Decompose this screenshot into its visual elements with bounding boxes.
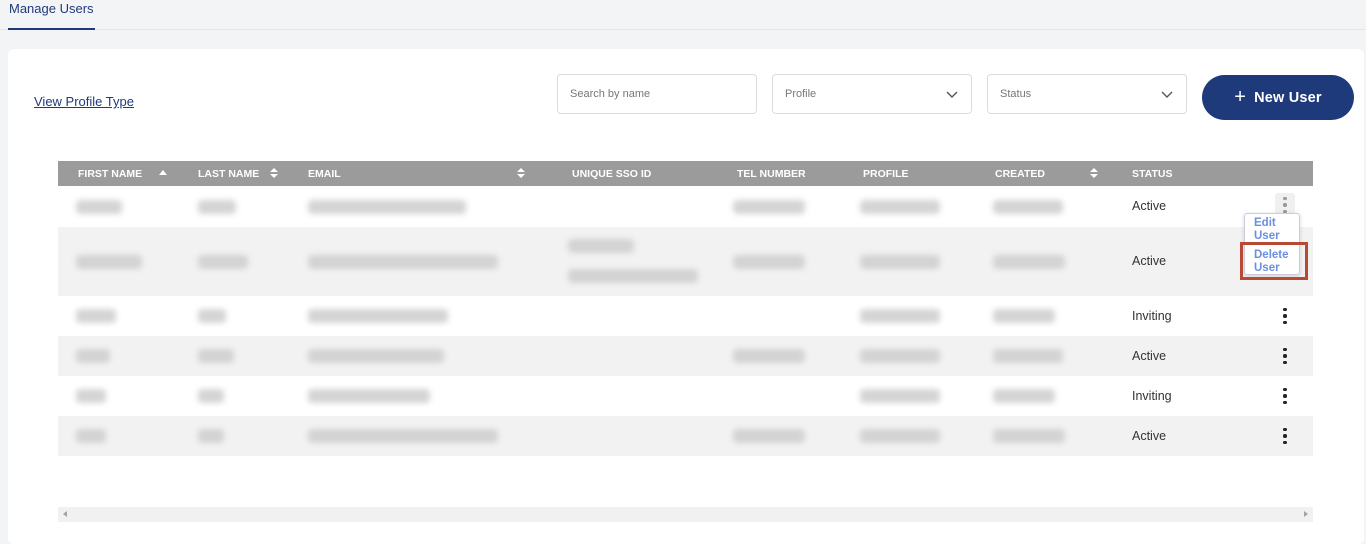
column-header-status: STATUS	[1132, 168, 1173, 180]
redacted-first-name	[76, 200, 122, 214]
redacted-email	[308, 349, 444, 363]
scroll-left-icon[interactable]	[63, 511, 67, 517]
sort-icon[interactable]	[516, 167, 526, 179]
row-actions-menu: Edit User Delete User	[1244, 213, 1300, 275]
redacted-first-name	[76, 309, 116, 323]
redacted-profile	[860, 309, 940, 323]
users-table: FIRST NAME LAST NAME EMAIL UNIQUE SSO ID…	[58, 161, 1313, 456]
column-header-unique-sso-id: UNIQUE SSO ID	[572, 168, 652, 180]
redacted-email	[308, 429, 498, 443]
redacted-last-name	[198, 309, 226, 323]
status-select[interactable]: Status	[987, 74, 1187, 114]
redacted-last-name	[198, 349, 234, 363]
redacted-first-name	[76, 255, 142, 269]
plus-icon: +	[1234, 85, 1247, 108]
redacted-first-name	[76, 349, 110, 363]
status-badge: Inviting	[1132, 389, 1172, 403]
sort-icon[interactable]	[269, 167, 279, 179]
redacted-profile	[860, 429, 940, 443]
status-badge: Active	[1132, 429, 1167, 443]
table-row: Inviting	[58, 296, 1313, 336]
redacted-tel-number	[733, 255, 805, 269]
status-select-label: Status	[1000, 88, 1032, 100]
table-row: Active	[58, 227, 1313, 296]
sort-icon[interactable]	[1089, 167, 1099, 179]
redacted-tel-number	[733, 200, 805, 214]
column-header-last-name[interactable]: LAST NAME	[198, 168, 259, 180]
redacted-created	[993, 389, 1055, 403]
status-badge: Active	[1132, 199, 1167, 213]
table-row: Active	[58, 336, 1313, 376]
column-header-tel-number: TEL NUMBER	[737, 168, 806, 180]
delete-user-menu-item[interactable]: Delete User	[1254, 249, 1298, 275]
table-row: Active	[58, 416, 1313, 456]
status-badge: Active	[1132, 349, 1167, 363]
redacted-profile	[860, 389, 940, 403]
sort-ascending-icon[interactable]	[158, 167, 168, 179]
column-header-profile: PROFILE	[863, 168, 909, 180]
redacted-first-name	[76, 429, 106, 443]
edit-user-line1: Edit	[1254, 217, 1276, 229]
profile-select[interactable]: Profile	[772, 74, 972, 114]
redacted-last-name	[198, 389, 224, 403]
redacted-profile	[860, 255, 940, 269]
redacted-email	[308, 309, 448, 323]
redacted-last-name	[198, 255, 248, 269]
redacted-created	[993, 429, 1065, 443]
redacted-profile	[860, 349, 940, 363]
column-header-first-name[interactable]: FIRST NAME	[78, 168, 142, 180]
new-user-button[interactable]: + New User	[1202, 75, 1354, 120]
redacted-email	[308, 200, 466, 214]
column-header-email[interactable]: EMAIL	[308, 168, 341, 180]
horizontal-scrollbar[interactable]	[58, 507, 1313, 522]
redacted-created	[993, 200, 1063, 214]
delete-user-line1: Delete	[1254, 249, 1289, 261]
redacted-created	[993, 349, 1063, 363]
redacted-profile	[860, 200, 940, 214]
redacted-email	[308, 255, 498, 269]
redacted-created	[993, 255, 1065, 269]
row-actions-kebab-icon[interactable]	[1275, 424, 1295, 448]
column-header-created[interactable]: CREATED	[995, 168, 1045, 180]
table-row: Inviting	[58, 376, 1313, 416]
redacted-created	[993, 309, 1055, 323]
table-row: Active	[58, 186, 1313, 227]
view-profile-type-link[interactable]: View Profile Type	[34, 94, 134, 109]
redacted-last-name	[198, 429, 224, 443]
redacted-email	[308, 389, 430, 403]
redacted-tel-number	[733, 429, 805, 443]
status-badge: Inviting	[1132, 309, 1172, 323]
chevron-down-icon	[1161, 91, 1173, 98]
search-input[interactable]	[570, 88, 744, 100]
delete-user-line2: User	[1254, 262, 1280, 274]
row-actions-kebab-icon[interactable]	[1275, 304, 1295, 328]
profile-select-label: Profile	[785, 88, 817, 100]
status-badge: Active	[1132, 254, 1167, 268]
row-actions-kebab-icon[interactable]	[1275, 384, 1295, 408]
chevron-down-icon	[946, 91, 958, 98]
redacted-sso-id	[568, 239, 634, 253]
redacted-last-name	[198, 200, 236, 214]
row-actions-kebab-icon[interactable]	[1275, 344, 1295, 368]
redacted-sso-id	[568, 269, 698, 283]
scroll-right-icon[interactable]	[1304, 511, 1308, 517]
edit-user-menu-item[interactable]: Edit User	[1254, 217, 1298, 243]
redacted-first-name	[76, 389, 106, 403]
redacted-tel-number	[733, 349, 805, 363]
new-user-label: New User	[1254, 89, 1322, 106]
table-header: FIRST NAME LAST NAME EMAIL UNIQUE SSO ID…	[58, 161, 1313, 186]
top-tab-bar: Manage Users	[0, 0, 1366, 30]
tab-manage-users[interactable]: Manage Users	[8, 0, 95, 30]
search-field[interactable]	[557, 74, 757, 114]
edit-user-line2: User	[1254, 230, 1280, 242]
